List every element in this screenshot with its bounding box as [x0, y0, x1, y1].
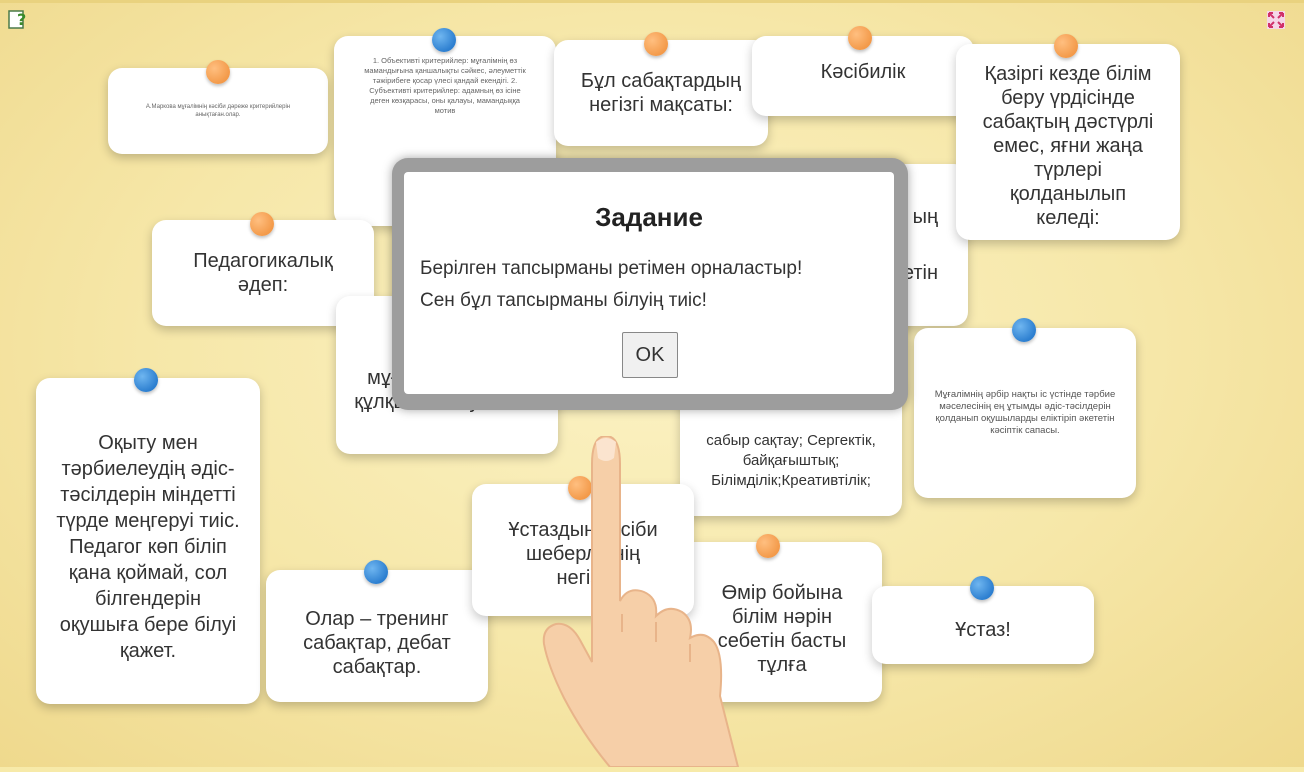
dialog-text-line-2: Сен бұл тапсырманы білуің тиіс! [420, 290, 707, 311]
help-icon[interactable]: ? [8, 8, 28, 30]
answer-card[interactable]: Мұғалімнің әрбір нақты іс үстінде тәрбие… [914, 328, 1136, 498]
card-text: Педагогикалық әдеп: [193, 250, 333, 296]
card-pin [1054, 34, 1078, 58]
card-text: Қазіргі кезде білім беру үрдісінде сабақ… [982, 63, 1154, 229]
answer-card[interactable]: Қазіргі кезде білім беру үрдісінде сабақ… [956, 44, 1180, 240]
card-text: ың [912, 206, 938, 228]
ok-button[interactable]: OK [622, 332, 678, 378]
card-text: Бұл сабақтардың негізгі мақсаты: [580, 70, 742, 116]
card-pin [432, 28, 456, 52]
card-text: Оқыту мен тәрбиелеудің әдіс-тәсілдерін м… [56, 432, 240, 662]
card-text: Мұғалімнің әрбір нақты іс үстінде тәрбие… [934, 389, 1116, 436]
answer-card[interactable]: Олар – тренинг сабақтар, дебат сабақтар. [266, 570, 488, 702]
card-pin [206, 60, 230, 84]
task-dialog: Задание Берілген тапсырманы ретімен орна… [404, 172, 894, 394]
card-pin [644, 32, 668, 56]
fullscreen-icon[interactable] [1266, 10, 1286, 30]
top-border [0, 0, 1304, 3]
dialog-title: Задание [595, 202, 703, 232]
card-text: 1. Объективті критерийлер: мұғалімнің өз… [364, 56, 526, 115]
card-text: Кәсібилік [820, 61, 906, 83]
card-text: етін [902, 262, 938, 284]
card-pin [848, 26, 872, 50]
card-pin [970, 576, 994, 600]
card-text: Ұстаз! [955, 619, 1011, 641]
card-pin [250, 212, 274, 236]
card-text: Олар – тренинг сабақтар, дебат сабақтар. [303, 608, 451, 678]
card-text: А.Маркова мұғалімнің кәсіби дәреже крите… [145, 104, 291, 118]
card-pin [134, 368, 158, 392]
svg-text:?: ? [17, 10, 26, 29]
answer-card[interactable]: Оқыту мен тәрбиелеудің әдіс-тәсілдерін м… [36, 378, 260, 704]
answer-card[interactable]: Бұл сабақтардың негізгі мақсаты: [554, 40, 768, 146]
card-pin [1012, 318, 1036, 342]
dialog-text-line-1: Берілген тапсырманы ретімен орналастыр! [420, 258, 803, 279]
pointing-hand-icon [540, 434, 770, 768]
card-pin [364, 560, 388, 584]
